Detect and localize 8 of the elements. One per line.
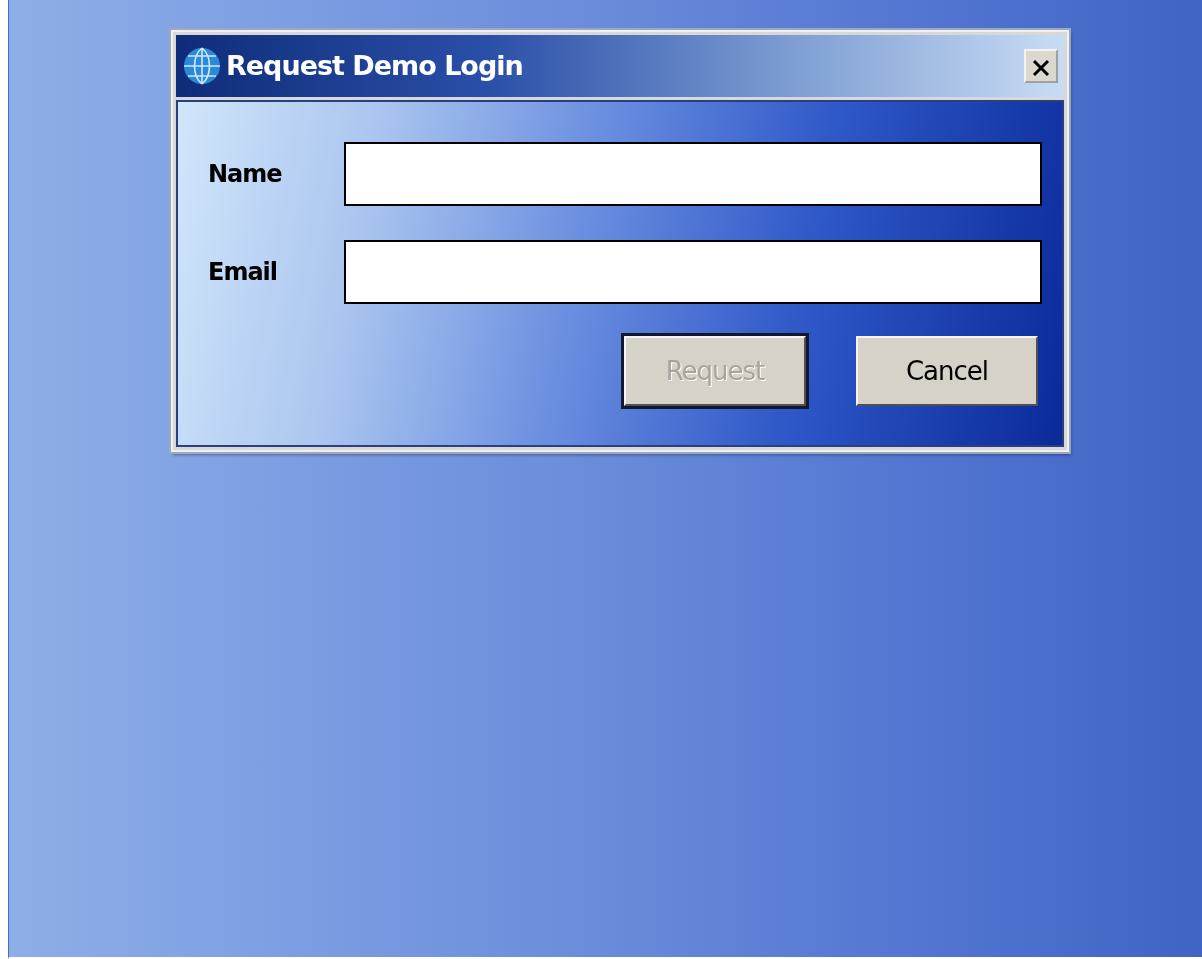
input-field[interactable] — [344, 142, 1042, 206]
close-button[interactable] — [1024, 49, 1058, 83]
dialog-button[interactable]: Cancel — [856, 336, 1038, 406]
field-label: Email — [208, 257, 279, 288]
globe-icon — [182, 46, 222, 86]
input-field[interactable] — [344, 240, 1042, 304]
field-label: Name — [208, 159, 283, 190]
window-title: Request Demo Login — [226, 48, 523, 83]
